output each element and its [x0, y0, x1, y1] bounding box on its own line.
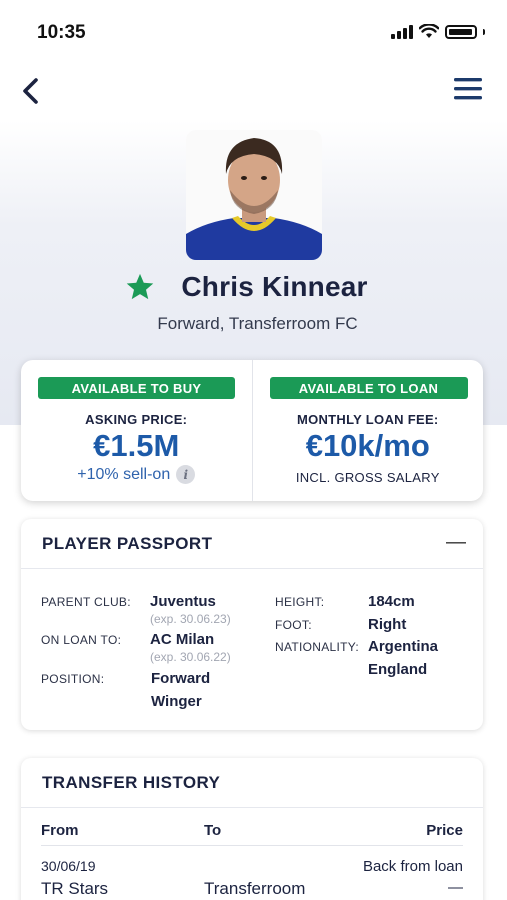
available-to-loan-badge: AVAILABLE TO LOAN — [269, 377, 468, 399]
transfer-history-title: TRANSFER HISTORY — [42, 773, 221, 792]
on-loan-expiry: (exp. 30.06.22) — [150, 650, 231, 664]
player-photo — [186, 130, 322, 260]
transfer-history-header[interactable]: TRANSFER HISTORY — [21, 758, 483, 808]
player-passport-title: PLAYER PASSPORT — [42, 534, 213, 553]
player-subtitle: Forward, Transferroom FC — [157, 314, 358, 333]
on-loan-value: AC Milan — [150, 631, 215, 648]
parent-club-label: PARENT CLUB: — [41, 595, 131, 609]
transfer-note: Back from loan — [362, 858, 463, 875]
foot-value: Right — [368, 616, 407, 633]
pricing-card: AVAILABLE TO BUY ASKING PRICE: €1.5M +10… — [21, 360, 483, 501]
column-from: From — [41, 822, 79, 839]
star-icon[interactable] — [125, 272, 155, 302]
height-value: 184cm — [368, 593, 415, 610]
transfer-to: Transferroom — [204, 879, 306, 898]
player-passport-body: PARENT CLUB: Juventus (exp. 30.06.23) ON… — [21, 569, 483, 729]
sell-on-text: +10% sell-on — [77, 465, 171, 483]
cellular-signal-icon — [391, 24, 413, 39]
transfer-history-table-header: From To Price — [41, 818, 463, 846]
column-price: Price — [426, 822, 463, 839]
hamburger-menu-icon[interactable] — [453, 76, 483, 102]
nationality-value-2: England — [368, 661, 428, 678]
on-loan-label: ON LOAN TO: — [41, 633, 122, 647]
buy-column: AVAILABLE TO BUY ASKING PRICE: €1.5M +10… — [21, 360, 252, 501]
loan-column: AVAILABLE TO LOAN MONTHLY LOAN FEE: €10k… — [251, 360, 484, 501]
position-value-1: Forward — [151, 670, 211, 687]
status-time: 10:35 — [37, 22, 86, 43]
monthly-loan-fee-label: MONTHLY LOAN FEE: — [296, 412, 439, 427]
sell-on-note: +10% sell-on i — [21, 465, 252, 484]
gross-salary-note: INCL. GROSS SALARY — [295, 470, 440, 485]
player-passport-card: PLAYER PASSPORT — PARENT CLUB: Juventus … — [21, 519, 483, 730]
asking-price-value: €1.5M — [93, 428, 180, 463]
player-passport-header[interactable]: PLAYER PASSPORT — — [21, 519, 483, 569]
asking-price-label: ASKING PRICE: — [85, 412, 188, 427]
nationality-value-1: Argentina — [368, 638, 439, 655]
player-name: Chris Kinnear — [181, 271, 368, 302]
position-value-2: Winger — [151, 693, 202, 710]
status-icons — [391, 24, 485, 39]
collapse-icon[interactable]: — — [445, 531, 467, 553]
transfer-price: — — [448, 879, 463, 896]
player-header: Chris Kinnear — [0, 271, 507, 303]
player-portrait — [186, 130, 322, 260]
transfer-date: 30/06/19 — [41, 858, 96, 874]
position-label: POSITION: — [41, 672, 105, 686]
transfer-history-card: TRANSFER HISTORY From To Price 30/06/19 … — [21, 758, 483, 900]
column-to: To — [204, 822, 222, 839]
transfer-from: TR Stars — [41, 879, 109, 898]
chevron-left-icon[interactable] — [18, 76, 46, 106]
available-to-buy-badge: AVAILABLE TO BUY — [38, 377, 235, 399]
nationality-label: NATIONALITY: — [275, 640, 360, 654]
info-icon[interactable]: i — [176, 465, 196, 484]
battery-icon — [445, 24, 477, 39]
parent-club-expiry: (exp. 30.06.23) — [150, 612, 231, 626]
height-label: HEIGHT: — [275, 595, 325, 609]
monthly-loan-fee-value: €10k/mo — [305, 428, 430, 463]
status-bar: 10:35 — [0, 0, 507, 60]
foot-label: FOOT: — [275, 618, 312, 632]
parent-club-value: Juventus — [150, 593, 216, 610]
wifi-icon — [419, 24, 439, 38]
